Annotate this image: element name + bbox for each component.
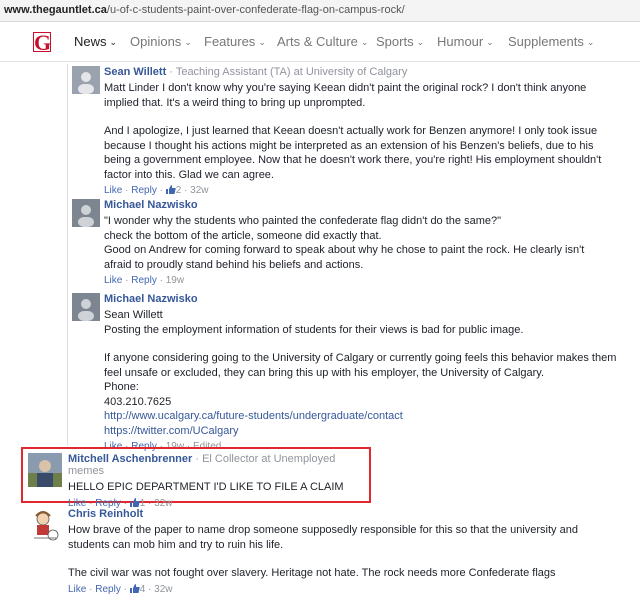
- comment-chris-reinholt: Chris Reinholt How brave of the paper to…: [68, 508, 618, 595]
- chevron-down-icon: ⌄: [109, 37, 118, 47]
- avatar[interactable]: [72, 199, 100, 227]
- comment-author-meta: · Teaching Assistant (TA) at University …: [166, 66, 408, 78]
- comment-paragraph: If anyone considering going to the Unive…: [104, 352, 617, 379]
- comment-actions: Like · Reply · 19w: [104, 275, 614, 286]
- comment-author[interactable]: Michael Nazwisko: [104, 199, 198, 211]
- nav-features[interactable]: Features ⌄: [204, 34, 266, 49]
- avatar[interactable]: [72, 293, 100, 321]
- comment-actions: Like · Reply · 2 · 32w: [104, 185, 614, 196]
- action-separator: ·: [86, 497, 96, 509]
- comment-mitchell-aschenbrenner: Mitchell Aschenbrenner · El Collector at…: [68, 453, 368, 509]
- comment-body: HELLO EPIC DEPARTMENT I'D LIKE TO FILE A…: [68, 480, 368, 495]
- avatar-image: [72, 66, 100, 94]
- nav-humour-label: Humour: [437, 34, 484, 49]
- address-bar[interactable]: www.thegauntlet.ca/u-of-c-students-paint…: [0, 0, 640, 22]
- thumbs-up-icon: [129, 583, 140, 593]
- avatar[interactable]: [28, 508, 62, 542]
- comment-actions: Like · Reply · 1 · 32w: [68, 497, 368, 509]
- avatar-image: [72, 293, 100, 321]
- action-separator: ·: [86, 583, 96, 595]
- nav-supplements[interactable]: Supplements ⌄: [508, 34, 594, 49]
- contact-link[interactable]: http://www.ucalgary.ca/future-students/u…: [104, 410, 403, 422]
- nav-features-label: Features: [204, 34, 256, 49]
- reply-link[interactable]: Reply: [95, 498, 121, 509]
- reply-thread-line: [67, 64, 68, 446]
- reply-link[interactable]: Reply: [131, 275, 157, 286]
- chevron-down-icon: ⌄: [360, 37, 369, 47]
- like-link[interactable]: Like: [68, 584, 86, 595]
- comment-timestamp[interactable]: 19w: [166, 275, 184, 286]
- comment-paragraph: How brave of the paper to name drop some…: [68, 524, 578, 551]
- comment-michael-nazwisko-1: Michael Nazwisko "I wonder why the stude…: [104, 199, 614, 286]
- nav-opinions-label: Opinions: [130, 34, 182, 49]
- action-separator: ·: [122, 275, 132, 286]
- chevron-down-icon: ⌄: [184, 37, 192, 47]
- comment-paragraph: And I apologize, I just learned that Kee…: [104, 125, 602, 181]
- nav-sports-label: Sports: [376, 34, 414, 49]
- like-link[interactable]: Like: [68, 498, 86, 509]
- nav-supplements-label: Supplements: [508, 34, 584, 49]
- comment-paragraph: HELLO EPIC DEPARTMENT I'D LIKE TO FILE A…: [68, 481, 344, 493]
- chevron-down-icon: ⌄: [258, 37, 266, 47]
- like-link[interactable]: Like: [104, 185, 122, 196]
- nav-arts-culture-label: Arts & Culture: [277, 34, 358, 49]
- comment-body: Matt Linder I don't know why you're sayi…: [104, 81, 614, 182]
- comment-paragraph: Posting the employment information of st…: [104, 323, 524, 336]
- nav-arts-culture[interactable]: Arts & Culture ⌄: [277, 34, 368, 49]
- gauntlet-logo[interactable]: G: [33, 32, 51, 54]
- url-domain: www.thegauntlet.ca: [4, 4, 107, 16]
- action-separator: ·: [156, 185, 166, 196]
- reply-link[interactable]: Reply: [95, 584, 121, 595]
- avatar-image: [28, 508, 62, 542]
- like-link[interactable]: Like: [104, 275, 122, 286]
- comment-author[interactable]: Mitchell Aschenbrenner: [68, 453, 192, 465]
- comment-timestamp[interactable]: 32w: [154, 584, 172, 595]
- avatar-image: [72, 199, 100, 227]
- action-separator: ·: [145, 583, 155, 595]
- comment-author[interactable]: Sean Willett: [104, 66, 166, 78]
- chevron-down-icon: ⌄: [586, 37, 595, 47]
- comment-paragraph: Good on Andrew for coming forward to spe…: [104, 244, 585, 271]
- nav-sports[interactable]: Sports ⌄: [376, 34, 424, 49]
- action-separator: ·: [145, 497, 155, 509]
- comment-sean-willett: Sean Willett · Teaching Assistant (TA) a…: [104, 66, 614, 196]
- site-nav: G News ⌄ Opinions ⌄ Features ⌄ Arts & Cultu…: [0, 22, 640, 62]
- comment-michael-nazwisko-2: Michael Nazwisko Sean Willett Posting th…: [104, 293, 619, 452]
- nav-news[interactable]: News ⌄: [74, 34, 117, 49]
- comment-paragraph: check the bottom of the article, someone…: [104, 229, 382, 242]
- comment-paragraph: Phone:: [104, 381, 139, 393]
- comment-timestamp[interactable]: 32w: [154, 498, 172, 509]
- thumbs-up-icon: [129, 497, 140, 507]
- thumbs-up-icon: [165, 185, 176, 194]
- action-separator: ·: [120, 583, 130, 595]
- avatar-image: [28, 453, 62, 487]
- comment-body: Sean Willett Posting the employment info…: [104, 308, 619, 438]
- avatar[interactable]: [28, 453, 62, 487]
- reply-link[interactable]: Reply: [131, 185, 157, 196]
- nav-opinions[interactable]: Opinions ⌄: [130, 34, 192, 49]
- comment-paragraph: The civil war was not fought over slaver…: [68, 567, 556, 579]
- comment-author[interactable]: Chris Reinholt: [68, 508, 143, 520]
- avatar[interactable]: [72, 66, 100, 94]
- action-separator: ·: [122, 185, 132, 196]
- comment-paragraph: 403.210.7625: [104, 395, 172, 408]
- comment-author[interactable]: Michael Nazwisko: [104, 293, 198, 305]
- url-path: /u-of-c-students-paint-over-confederate-…: [106, 4, 405, 16]
- comment-body: How brave of the paper to name drop some…: [68, 523, 618, 581]
- comment-body: "I wonder why the students who painted t…: [104, 214, 614, 272]
- chevron-down-icon: ⌄: [416, 37, 425, 47]
- action-separator: ·: [120, 497, 130, 509]
- chevron-down-icon: ⌄: [486, 37, 494, 47]
- comment-timestamp[interactable]: 32w: [190, 185, 208, 196]
- action-separator: ·: [181, 185, 191, 196]
- comment-paragraph: Sean Willett: [104, 309, 163, 321]
- action-separator: ·: [156, 275, 166, 286]
- comment-actions: Like · Reply · 4 · 32w: [68, 583, 618, 595]
- nav-news-label: News: [74, 34, 107, 49]
- nav-humour[interactable]: Humour ⌄: [437, 34, 494, 49]
- comment-paragraph: "I wonder why the students who painted t…: [104, 215, 501, 227]
- twitter-link[interactable]: https://twitter.com/UCalgary: [104, 425, 239, 437]
- comment-paragraph: Matt Linder I don't know why you're sayi…: [104, 82, 587, 109]
